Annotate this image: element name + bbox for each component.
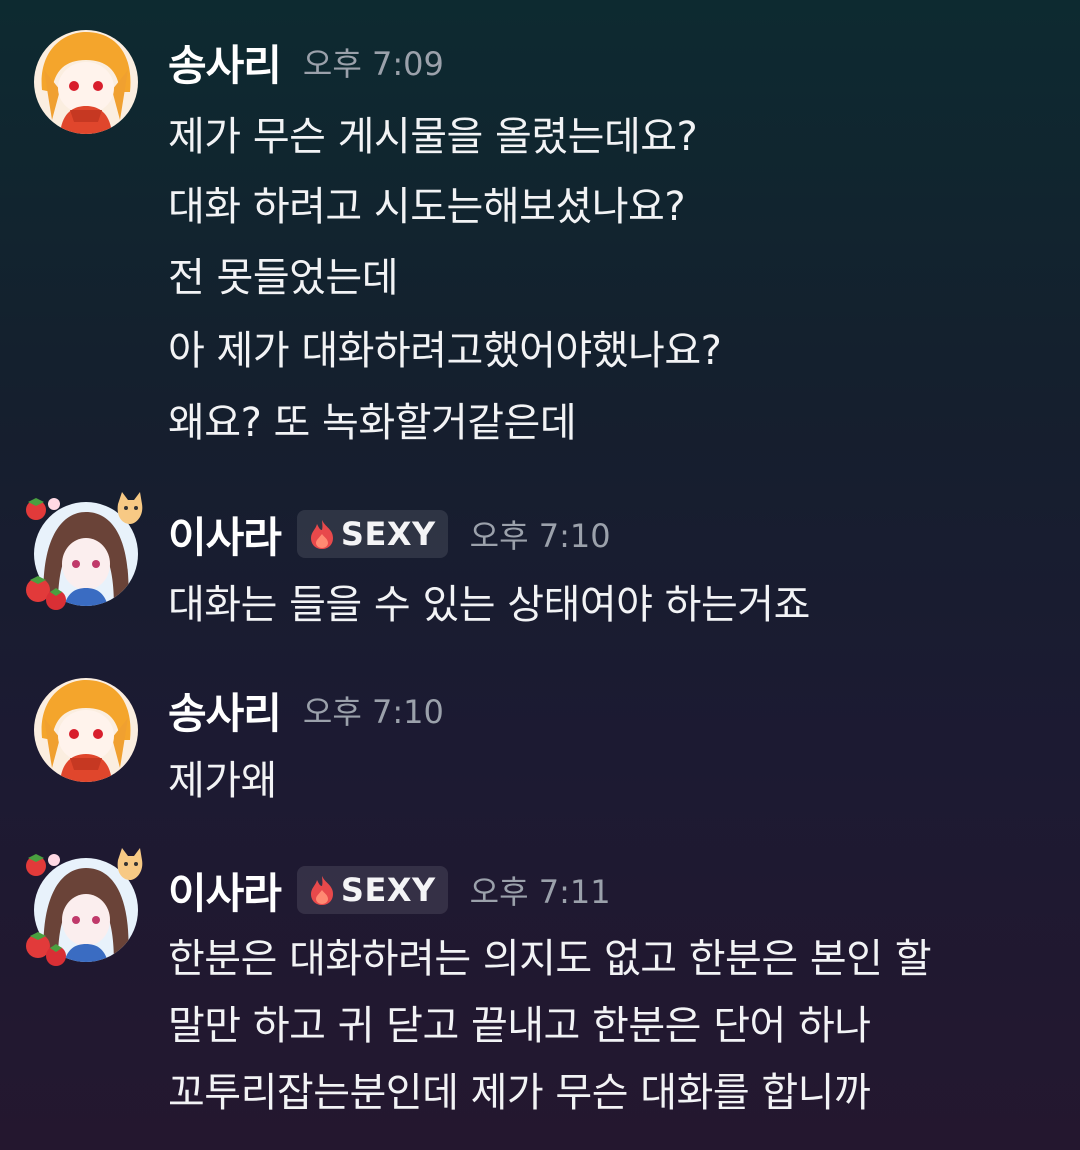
message-header: 송사리 오후 7:10 bbox=[168, 680, 444, 740]
timestamp: 오후 7:10 bbox=[469, 517, 611, 555]
orange-haired-character-avatar bbox=[34, 30, 138, 134]
flame-icon bbox=[310, 520, 333, 549]
username[interactable]: 이사라 bbox=[168, 504, 282, 565]
username[interactable]: 송사리 bbox=[168, 680, 282, 741]
strawberry-icon bbox=[26, 498, 60, 520]
message-header: 이사라 SEXY 오후 7:11 bbox=[168, 860, 611, 920]
avatar[interactable] bbox=[24, 492, 144, 614]
avatar[interactable] bbox=[24, 22, 144, 142]
timestamp: 오후 7:10 bbox=[302, 693, 444, 731]
timestamp: 오후 7:11 bbox=[469, 873, 611, 911]
cat-icon bbox=[117, 848, 143, 880]
strawberry-icon bbox=[26, 576, 66, 610]
role-tag[interactable]: SEXY bbox=[296, 866, 448, 914]
message-header: 송사리 오후 7:09 bbox=[168, 32, 444, 92]
avatar[interactable] bbox=[24, 670, 144, 790]
message-line: 전 못들었는데 bbox=[168, 255, 399, 301]
message-line: 아 제가 대화하려고했어야했나요? bbox=[168, 328, 722, 374]
timestamp: 오후 7:09 bbox=[302, 45, 444, 83]
orange-haired-character-avatar bbox=[34, 678, 138, 782]
role-tag-label: SEXY bbox=[340, 871, 436, 909]
username[interactable]: 이사라 bbox=[168, 860, 282, 921]
message-line: 말만 하고 귀 닫고 끝내고 한분은 단어 하나 bbox=[168, 1003, 871, 1049]
message-header: 이사라 SEXY 오후 7:10 bbox=[168, 504, 611, 564]
message-line: 제가왜 bbox=[168, 758, 277, 804]
avatar[interactable] bbox=[24, 848, 144, 970]
message-line: 대화 하려고 시도는해보셨나요? bbox=[168, 184, 686, 230]
role-tag-label: SEXY bbox=[340, 515, 436, 553]
message-line: 제가 무슨 게시물을 올렸는데요? bbox=[168, 114, 698, 160]
strawberry-icon bbox=[26, 932, 66, 966]
cat-icon bbox=[117, 492, 143, 524]
message-line: 대화는 들을 수 있는 상태여야 하는거죠 bbox=[168, 582, 810, 628]
strawberry-icon bbox=[26, 854, 60, 876]
message-line: 한분은 대화하려는 의지도 없고 한분은 본인 할 bbox=[168, 936, 932, 982]
username[interactable]: 송사리 bbox=[168, 32, 282, 93]
message-line: 꼬투리잡는분인데 제가 무슨 대화를 합니까 bbox=[168, 1070, 871, 1116]
message-line: 왜요? 또 녹화할거같은데 bbox=[168, 400, 577, 446]
flame-icon bbox=[310, 876, 333, 905]
role-tag[interactable]: SEXY bbox=[296, 510, 448, 558]
